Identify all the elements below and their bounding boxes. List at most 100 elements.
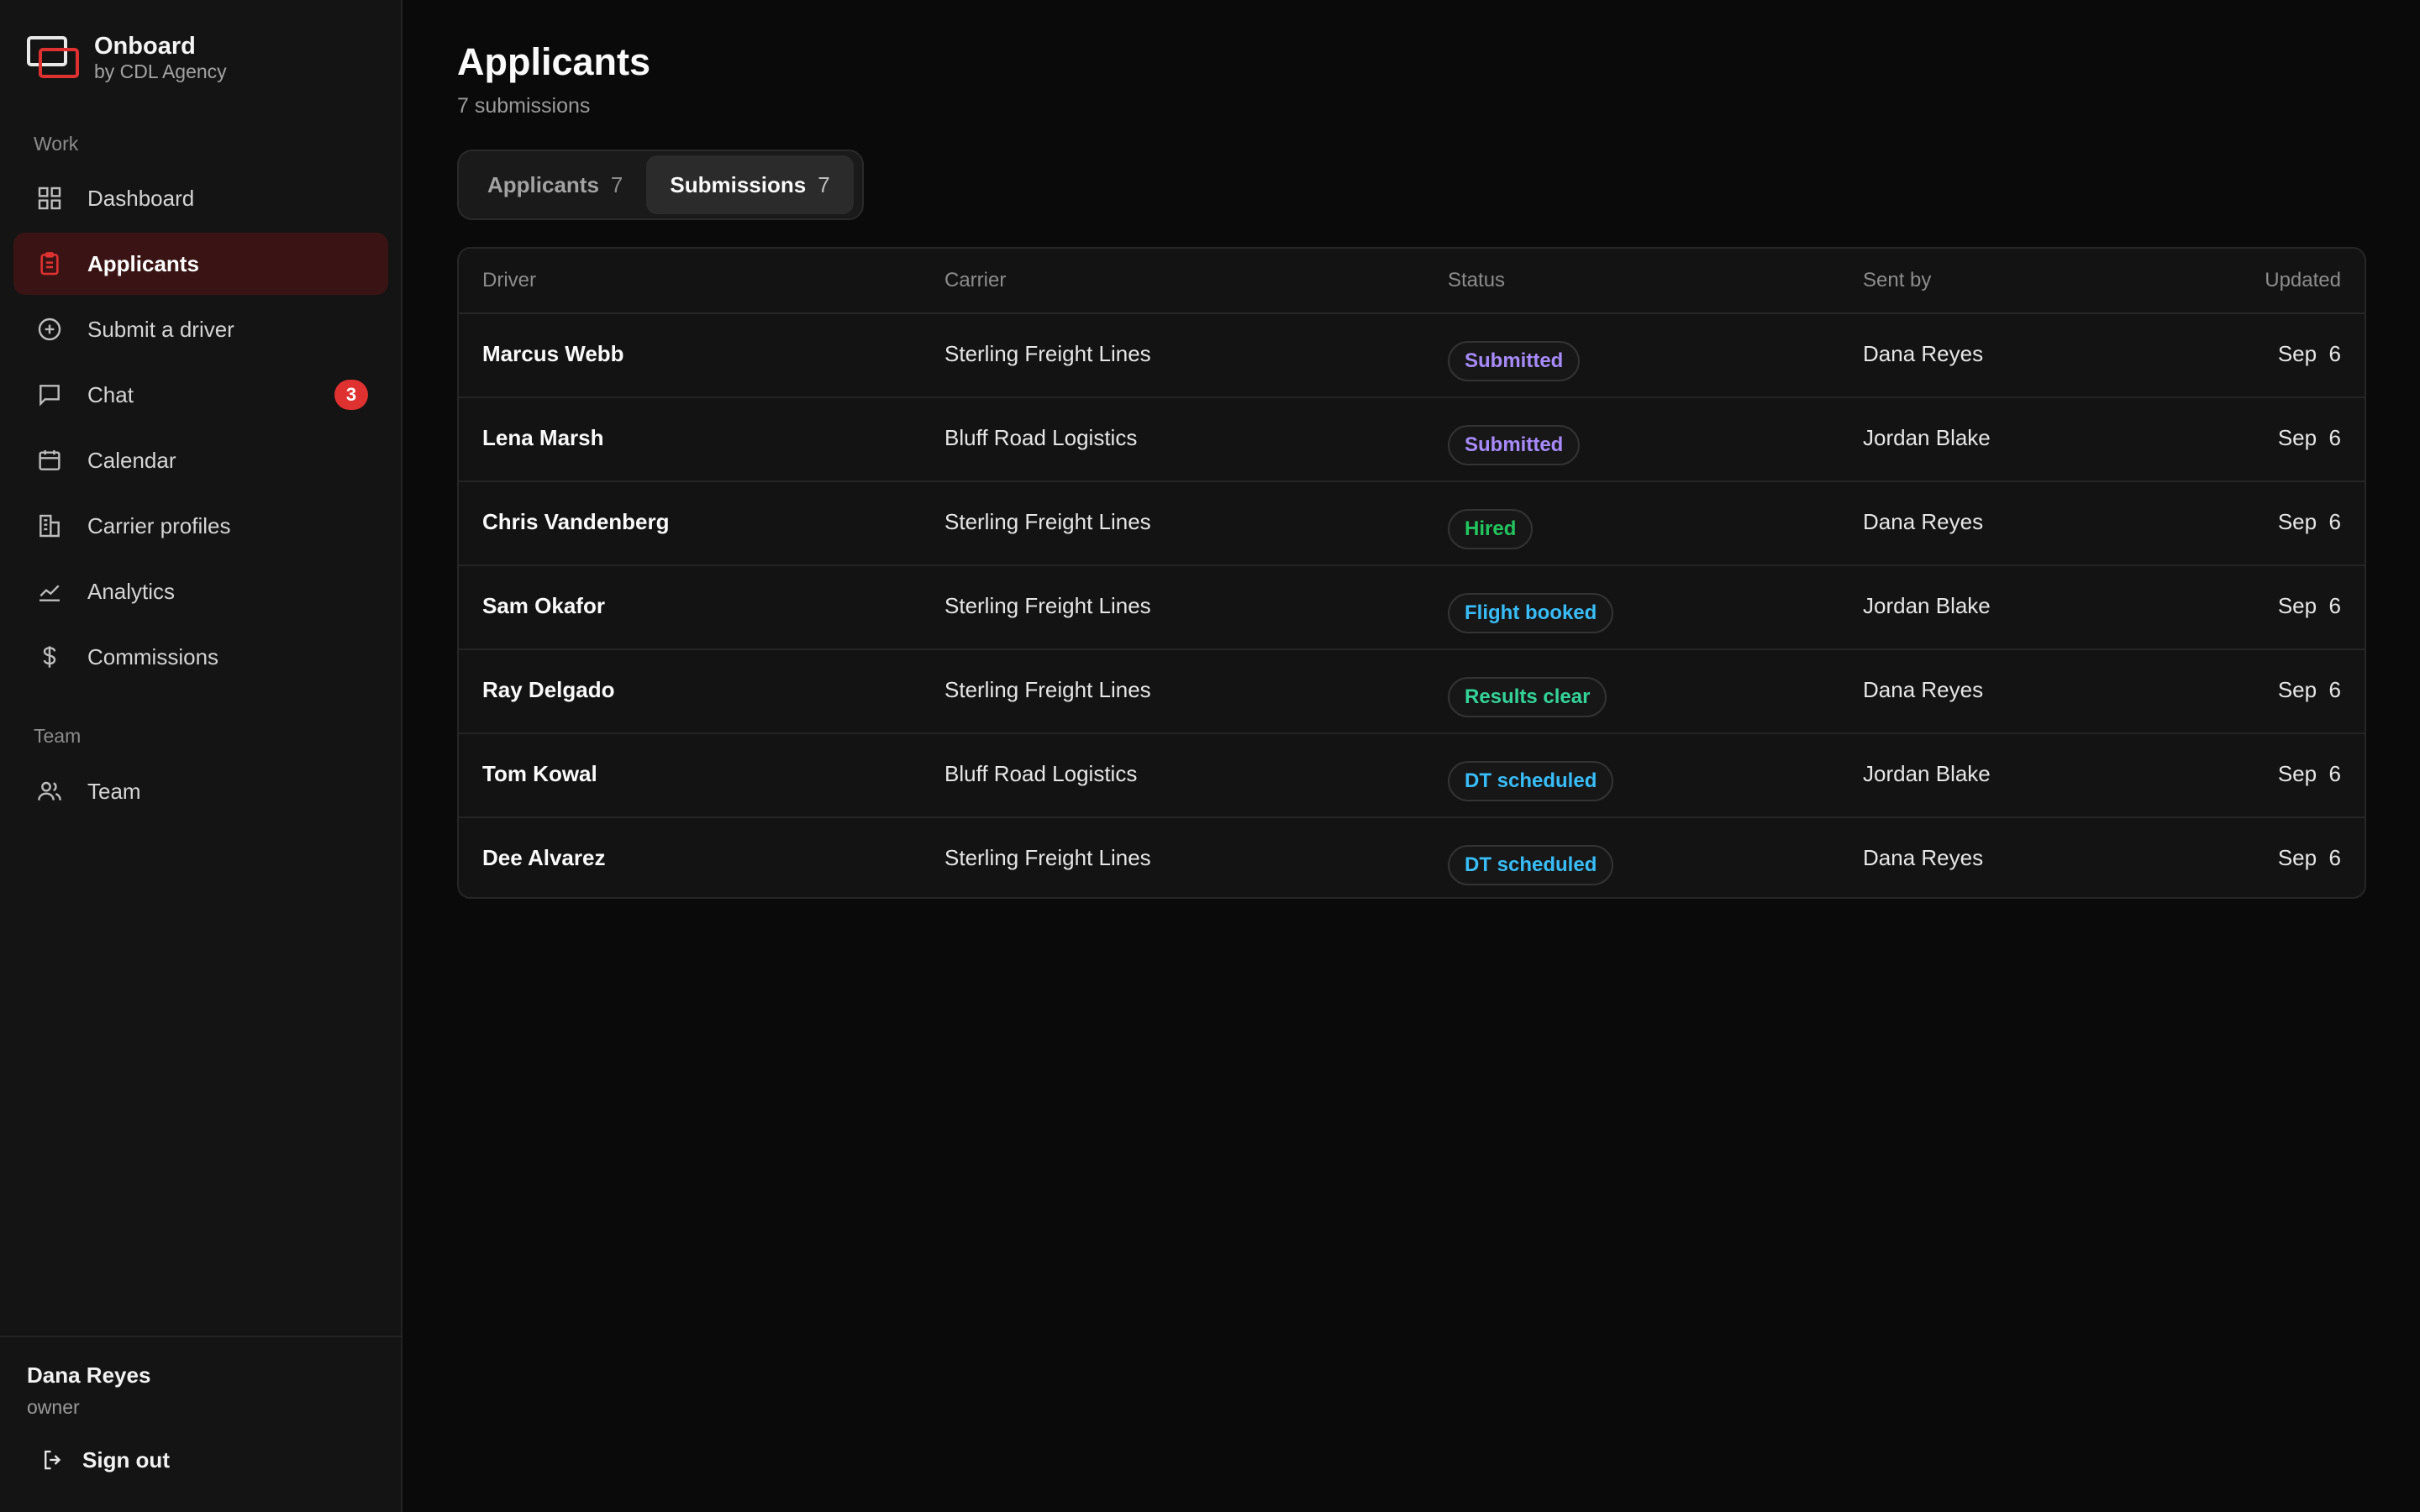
column-header-driver[interactable]: Driver (482, 269, 536, 292)
cell-sent-by: Jordan Blake (1863, 425, 1991, 450)
chart-line-icon (35, 577, 64, 606)
grid-icon (35, 184, 64, 213)
cell-carrier: Sterling Freight Lines (944, 593, 1151, 618)
brand[interactable]: Onboard by CDL Agency (27, 32, 227, 82)
column-header-updated[interactable]: Updated (2265, 269, 2341, 292)
page-title: Applicants (457, 40, 651, 83)
dollar-icon (35, 643, 64, 671)
view-tabs: Applicants 7 Submissions 7 (457, 150, 864, 220)
sidebar-footer: Dana Reyes owner Sign out (0, 1336, 401, 1512)
sidebar-item-chat[interactable]: Chat 3 (13, 364, 388, 426)
chat-icon (35, 381, 64, 409)
cell-driver: Lena Marsh (482, 425, 604, 450)
submissions-table: Driver Carrier Status Sent by Updated Ma… (457, 247, 2366, 899)
sidebar-item-label: Commissions (87, 643, 219, 669)
sidebar-item-calendar[interactable]: Calendar (13, 429, 388, 491)
status-badge: DT scheduled (1448, 761, 1614, 801)
cell-carrier: Bluff Road Logistics (944, 761, 1138, 786)
table-row[interactable]: Tom Kowal Bluff Road Logistics DT schedu… (459, 734, 2365, 818)
cell-updated: Sep 6 (2277, 341, 2341, 366)
cell-sent-by: Dana Reyes (1863, 341, 1984, 366)
table-row[interactable]: Chris Vandenberg Sterling Freight Lines … (459, 482, 2365, 566)
table-row[interactable]: Sam Okafor Sterling Freight Lines Flight… (459, 566, 2365, 650)
tab-count: 7 (610, 171, 623, 197)
sidebar-item-label: Carrier profiles (87, 512, 231, 538)
tab-applicants[interactable]: Applicants 7 (464, 155, 646, 214)
cell-driver: Dee Alvarez (482, 845, 606, 870)
plus-circle-icon (35, 315, 64, 344)
users-icon (35, 777, 64, 806)
sidebar-item-commissions[interactable]: Commissions (13, 626, 388, 688)
cell-driver: Tom Kowal (482, 761, 597, 786)
cell-carrier: Sterling Freight Lines (944, 509, 1151, 534)
cell-driver: Sam Okafor (482, 593, 605, 618)
sidebar-item-applicants[interactable]: Applicants (13, 233, 388, 295)
chat-unread-badge: 3 (334, 380, 368, 410)
brand-subtitle: by CDL Agency (94, 60, 227, 82)
status-badge: DT scheduled (1448, 845, 1614, 885)
cell-sent-by: Dana Reyes (1863, 845, 1984, 870)
tab-label: Applicants (487, 171, 599, 197)
sidebar-item-team[interactable]: Team (13, 760, 388, 822)
user-role: owner (27, 1396, 80, 1418)
app-window: Onboard by CDL Agency Work Dashboard App… (0, 0, 2420, 1512)
sidebar-item-label: Team (87, 778, 141, 804)
sidebar-item-dashboard[interactable]: Dashboard (13, 167, 388, 229)
sidebar-item-label: Dashboard (87, 185, 195, 211)
table-header: Driver Carrier Status Sent by Updated (459, 249, 2365, 314)
column-header-status[interactable]: Status (1448, 269, 1505, 292)
cell-carrier: Sterling Freight Lines (944, 677, 1151, 702)
cell-sent-by: Jordan Blake (1863, 761, 1991, 786)
status-badge: Hired (1448, 509, 1534, 549)
sidebar-item-label: Applicants (87, 250, 199, 276)
sidebar-item-label: Analytics (87, 578, 176, 604)
section-label-team: Team (34, 725, 82, 747)
building-icon (35, 512, 64, 540)
table-row[interactable]: Dee Alvarez Sterling Freight Lines DT sc… (459, 818, 2365, 897)
sign-out-label: Sign out (82, 1446, 170, 1473)
cell-driver: Chris Vandenberg (482, 509, 670, 534)
section-label-work: Work (34, 133, 79, 155)
cell-sent-by: Jordan Blake (1863, 593, 1991, 618)
column-header-sent-by[interactable]: Sent by (1863, 269, 1931, 292)
sidebar: Onboard by CDL Agency Work Dashboard App… (0, 0, 402, 1512)
tab-submissions[interactable]: Submissions 7 (646, 155, 854, 214)
logo-icon (27, 33, 81, 81)
status-badge: Submitted (1448, 341, 1581, 381)
cell-updated: Sep 6 (2277, 509, 2341, 534)
cell-updated: Sep 6 (2277, 677, 2341, 702)
table-row[interactable]: Ray Delgado Sterling Freight Lines Resul… (459, 650, 2365, 734)
cell-driver: Ray Delgado (482, 677, 615, 702)
tab-count: 7 (818, 171, 830, 197)
cell-sent-by: Dana Reyes (1863, 677, 1984, 702)
sidebar-item-label: Chat (87, 381, 134, 407)
brand-name: Onboard (94, 33, 196, 60)
page-subtitle: 7 submissions (457, 94, 591, 118)
cell-carrier: Sterling Freight Lines (944, 341, 1151, 366)
column-header-carrier[interactable]: Carrier (944, 269, 1006, 292)
table-row[interactable]: Marcus Webb Sterling Freight Lines Submi… (459, 314, 2365, 398)
user-name: Dana Reyes (27, 1362, 151, 1388)
sidebar-item-carrier-profiles[interactable]: Carrier profiles (13, 495, 388, 557)
sidebar-item-analytics[interactable]: Analytics (13, 560, 388, 622)
cell-updated: Sep 6 (2277, 845, 2341, 870)
tab-label: Submissions (670, 171, 807, 197)
sidebar-item-submit-driver[interactable]: Submit a driver (13, 298, 388, 360)
clipboard-icon (35, 249, 64, 278)
cell-carrier: Bluff Road Logistics (944, 425, 1138, 450)
cell-updated: Sep 6 (2277, 425, 2341, 450)
status-badge: Submitted (1448, 425, 1581, 465)
cell-driver: Marcus Webb (482, 341, 624, 366)
sidebar-item-label: Submit a driver (87, 316, 234, 342)
sidebar-item-label: Calendar (87, 447, 176, 473)
cell-updated: Sep 6 (2277, 761, 2341, 786)
cell-sent-by: Dana Reyes (1863, 509, 1984, 534)
table-row[interactable]: Lena Marsh Bluff Road Logistics Submitte… (459, 398, 2365, 482)
status-badge: Flight booked (1448, 593, 1614, 633)
cell-carrier: Sterling Freight Lines (944, 845, 1151, 870)
calendar-icon (35, 446, 64, 475)
cell-updated: Sep 6 (2277, 593, 2341, 618)
sign-out-button[interactable]: Sign out (40, 1436, 170, 1483)
status-badge: Results clear (1448, 677, 1607, 717)
main-content: Applicants 7 submissions Applicants 7 Su… (402, 0, 2420, 1512)
